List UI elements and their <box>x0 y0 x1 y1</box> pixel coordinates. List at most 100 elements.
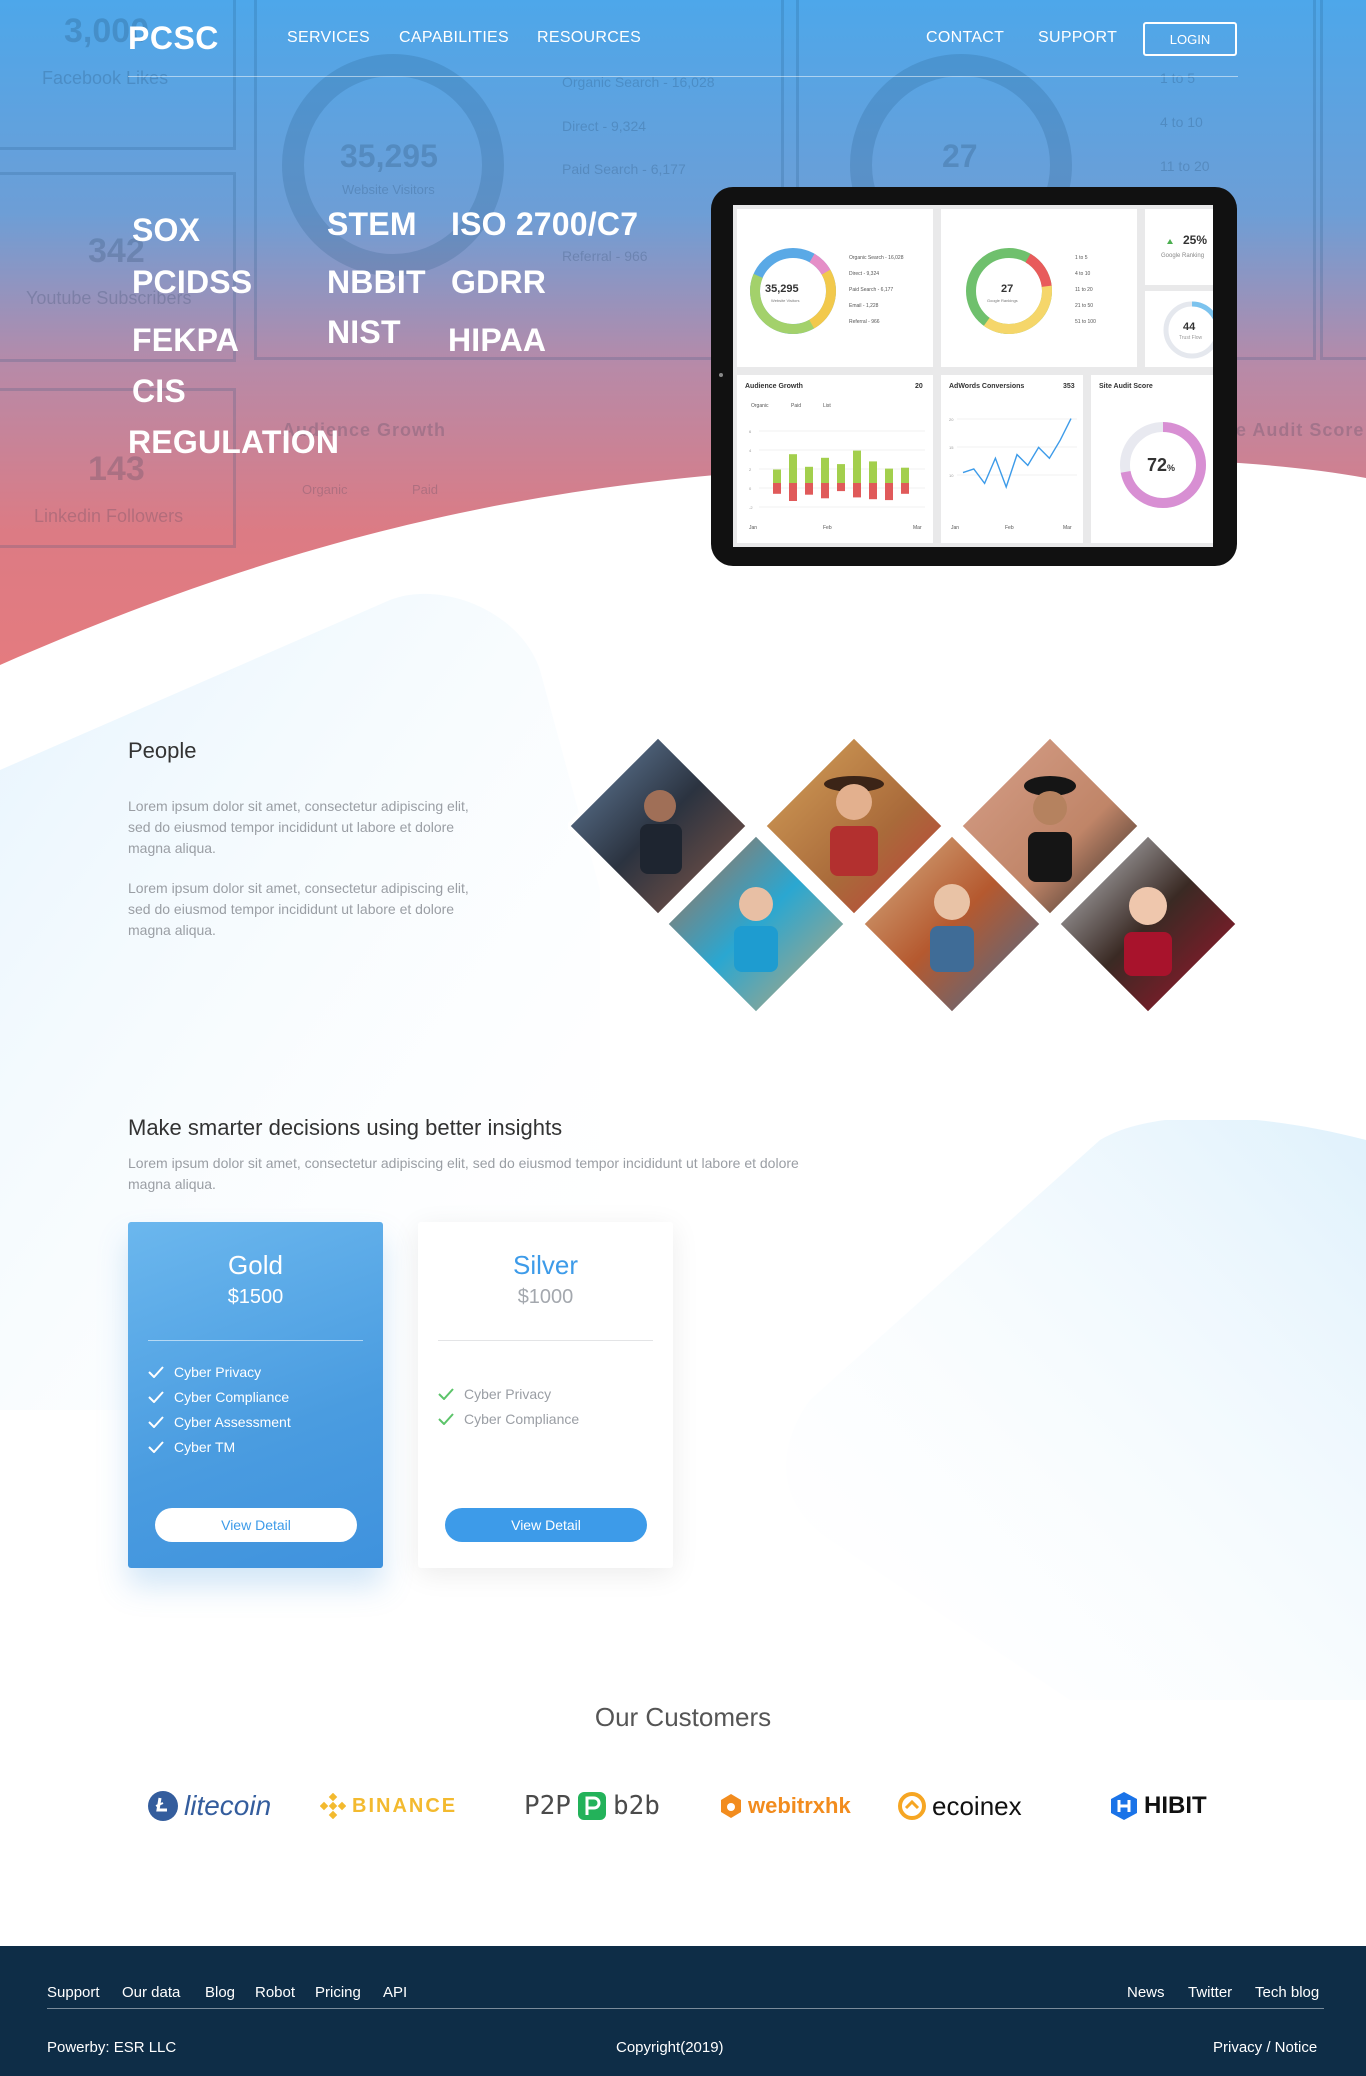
footer-copyright: Copyright(2019) <box>616 2039 724 2056</box>
brand-hibit[interactable]: HIBIT <box>1110 1786 1207 1826</box>
ghost-visitors-value: 35,295 <box>340 138 438 174</box>
growth-tick-label: 4 <box>749 448 752 453</box>
brand-webitrxhk[interactable]: webitrxhk <box>720 1786 851 1826</box>
growth-month-2: Feb <box>823 525 832 531</box>
growth-bar-positive <box>805 466 813 483</box>
rankings-legend-3: 11 to 20 <box>1075 287 1093 293</box>
plan-feature: Cyber Privacy <box>148 1364 261 1380</box>
plan-feature-label: Cyber Compliance <box>174 1389 290 1405</box>
login-button[interactable]: LOGIN <box>1143 22 1237 56</box>
litecoin-logo-icon <box>148 1791 178 1821</box>
brand-litecoin-label: litecoin <box>184 1790 272 1821</box>
growth-bar-positive <box>901 467 909 483</box>
plan-feature-label: Cyber Assessment <box>174 1414 291 1430</box>
adwords-series-line <box>962 418 1072 490</box>
brand-ecoinex[interactable]: ecoinex <box>898 1786 1022 1826</box>
growth-bar-positive <box>869 461 877 483</box>
footer-link-robot[interactable]: Robot <box>255 1984 295 2001</box>
check-icon <box>148 1366 164 1378</box>
plan-price-gold: $1500 <box>227 1286 284 1308</box>
audit-unit: % <box>1167 463 1176 473</box>
footer-link-tech-blog[interactable]: Tech blog <box>1255 1984 1319 2001</box>
site-audit-tile: Site Audit Score 72% <box>1091 375 1213 543</box>
hero-word-hipaa: HIPAA <box>448 322 547 358</box>
ecoinex-logo-icon <box>898 1792 926 1820</box>
growth-bar-negative <box>869 483 877 500</box>
visitors-legend-3: Paid Search - 6,177 <box>849 287 894 293</box>
top-nav: PCSC SERVICES CAPABILITIES RESOURCES CON… <box>0 0 1366 78</box>
plan-price-silver: $1000 <box>517 1286 574 1308</box>
growth-bar-negative <box>773 483 781 494</box>
ranking-change-tile: 25% Google Ranking <box>1145 209 1213 285</box>
hibit-logo-icon <box>1111 1792 1137 1820</box>
visitors-legend-1: Organic Search - 16,028 <box>849 255 904 261</box>
hero-section: 3,000 Facebook Likes 342 Youtube Subscri… <box>0 0 1366 680</box>
hero-word-regulation: REGULATION <box>128 424 340 460</box>
adwords-month-1: Jan <box>951 525 960 531</box>
trust-value: 44 <box>1183 321 1196 333</box>
ghost-growth-legend-1: Organic <box>302 482 348 497</box>
rankings-label: Google Rankings <box>987 298 1018 303</box>
growth-tick-label: 0 <box>749 486 752 491</box>
growth-bar-positive <box>853 450 861 483</box>
brand-litecoin[interactable]: litecoin <box>148 1786 271 1826</box>
check-icon <box>438 1413 454 1425</box>
view-detail-button-gold[interactable]: View Detail <box>155 1508 357 1542</box>
check-icon <box>148 1391 164 1403</box>
nav-divider <box>128 76 1238 77</box>
adwords-tile: AdWords Conversions 353 20 15 10 Jan Feb M… <box>941 375 1083 543</box>
growth-month-1: Jan <box>749 525 758 531</box>
footer-link-twitter[interactable]: Twitter <box>1188 1984 1232 2001</box>
footer-link-support[interactable]: Support <box>47 1984 100 2001</box>
people-paragraph-1: Lorem ipsum dolor sit amet, consectetur … <box>128 798 469 856</box>
growth-bar-chart: 6 4 2 0 -2 <box>749 429 925 510</box>
visitors-legend-2: Direct - 9,324 <box>849 271 880 277</box>
ghost-rank-legend-2: 4 to 10 <box>1160 114 1203 130</box>
hero-word-stem: STEM <box>327 206 417 242</box>
plan-divider-gold <box>148 1340 363 1341</box>
visitors-legend-5: Referral - 966 <box>849 319 880 325</box>
footer-link-our-data[interactable]: Our data <box>122 1984 180 2001</box>
growth-bar-negative <box>853 483 861 498</box>
growth-bar-negative <box>837 483 845 492</box>
decor-shape-right <box>786 1120 1366 1700</box>
adwords-tick-label: 10 <box>949 473 954 478</box>
footer-privacy-link[interactable]: Privacy / Notice <box>1213 2039 1317 2056</box>
nav-resources[interactable]: RESOURCES <box>537 29 641 47</box>
ranking-change-value: 25% <box>1183 233 1208 247</box>
people-paragraph-2: Lorem ipsum dolor sit amet, consectetur … <box>128 880 469 938</box>
footer-link-api[interactable]: API <box>383 1984 407 2001</box>
footer-link-blog[interactable]: Blog <box>205 1984 235 2001</box>
tablet-camera <box>719 373 723 377</box>
brand-b2b-label: b2b <box>612 1791 660 1821</box>
growth-tick-label: -2 <box>749 505 753 510</box>
ghost-legend-2: Direct - 9,324 <box>562 118 647 134</box>
nav-services[interactable]: SERVICES <box>287 29 370 47</box>
footer-link-news[interactable]: News <box>1127 1984 1165 2001</box>
growth-bar-positive <box>837 464 845 483</box>
hero-word-fekpa: FEKPA <box>132 322 240 358</box>
brand-binance[interactable]: BINANCE <box>320 1786 457 1826</box>
ghost-growth-legend-2: Paid <box>412 482 439 497</box>
site-logo[interactable]: PCSC <box>128 20 219 57</box>
binance-logo-icon <box>320 1793 346 1819</box>
plan-feature: Cyber Assessment <box>148 1414 291 1430</box>
ghost-rank-value: 27 <box>942 138 978 174</box>
nav-contact[interactable]: CONTACT <box>926 29 1004 47</box>
footer-link-pricing[interactable]: Pricing <box>315 1984 361 2001</box>
hero-word-sox: SOX <box>132 212 201 248</box>
growth-tick-label: 6 <box>749 429 752 434</box>
footer-powered-by: Powerby: ESR LLC <box>47 2039 177 2056</box>
nav-capabilities[interactable]: CAPABILITIES <box>399 29 509 47</box>
growth-bar-positive <box>821 457 829 483</box>
brand-p2pb2b[interactable]: P2P b2b <box>524 1786 660 1826</box>
hero-word-iso: ISO 2700/C7 <box>451 206 639 242</box>
growth-bar-positive <box>773 469 781 483</box>
view-detail-button-silver[interactable]: View Detail <box>445 1508 647 1542</box>
ranking-up-icon <box>1167 239 1173 244</box>
brand-ecoinex-label: ecoinex <box>932 1790 1022 1821</box>
plan-feature-label: Cyber Compliance <box>464 1411 580 1427</box>
plan-name-silver: Silver <box>512 1250 578 1280</box>
plan-feature-label: Cyber Privacy <box>464 1386 552 1402</box>
nav-support[interactable]: SUPPORT <box>1038 29 1117 47</box>
